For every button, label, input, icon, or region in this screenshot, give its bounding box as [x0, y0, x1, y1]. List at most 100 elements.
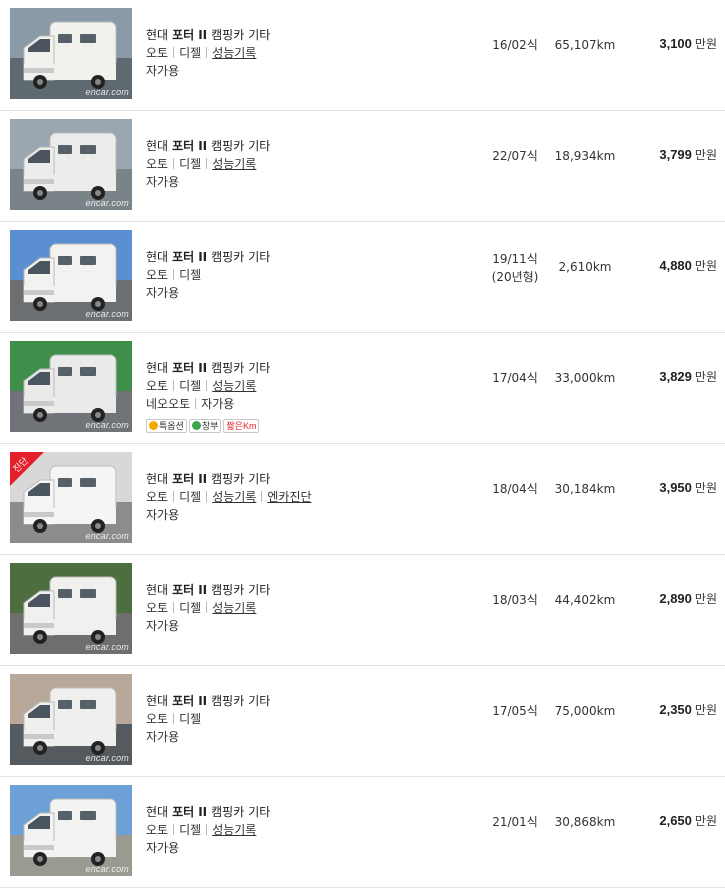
watermark: encar.com [85, 531, 129, 541]
body-type: 캠핑카 [211, 694, 245, 708]
transmission: 오토 [146, 823, 169, 837]
vehicle-title[interactable]: 현대 포터 II 캠핑카 기타 [146, 26, 274, 44]
fuel-type: 디젤 [179, 46, 202, 60]
maker-name: 현대 [146, 250, 169, 264]
listing-row[interactable]: encar.com 현대 포터 II 캠핑카 기타 오토 디젤 성능기록 네오오토 자가용 특옵션 창부… [0, 333, 725, 444]
watermark: encar.com [85, 420, 129, 430]
transmission: 오토 [146, 601, 169, 615]
body-type: 캠핑카 [211, 139, 245, 153]
maker-name: 현대 [146, 694, 169, 708]
trim-name: 기타 [248, 583, 271, 597]
usage-line: 자가용 [146, 62, 274, 80]
price-value: 3,100 [659, 36, 692, 51]
listing-row[interactable]: encar.com 현대 포터 II 캠핑카 기타 오토 디젤 자가용 19/11식 (20년형) 2… [0, 222, 725, 333]
vehicle-thumbnail[interactable]: encar.com [10, 785, 132, 876]
mileage: 2,610km [558, 260, 612, 274]
performance-record-link[interactable]: 성능기록 [212, 157, 256, 171]
price-value: 2,890 [659, 591, 692, 606]
price: 3,100 만원 [659, 35, 717, 53]
performance-record-link[interactable]: 성능기록 [212, 46, 256, 60]
listing-list: encar.com 현대 포터 II 캠핑카 기타 오토 디젤 성능기록 자가용 16/02식 65,… [0, 0, 725, 888]
vehicle-thumbnail[interactable]: encar.com [10, 563, 132, 654]
listing-row[interactable]: encar.com 현대 포터 II 캠핑카 기타 오토 디젤 자가용 17/05식 75,000k… [0, 666, 725, 777]
usage-line: 자가용 [146, 728, 274, 746]
vehicle-title[interactable]: 현대 포터 II 캠핑카 기타 [146, 692, 274, 710]
price: 2,890 만원 [659, 590, 717, 608]
mileage: 75,000km [554, 704, 616, 718]
watermark: encar.com [85, 864, 129, 874]
listing-row[interactable]: encar.com 현대 포터 II 캠핑카 기타 오토 디젤 성능기록 자가용 21/01식 30,… [0, 777, 725, 888]
trim-name: 기타 [248, 139, 271, 153]
trim-name: 기타 [248, 28, 271, 42]
model-name: 포터 [172, 694, 195, 708]
price-unit: 만원 [694, 814, 717, 828]
option-tag-label: 짧은Km [226, 421, 257, 431]
transmission: 오토 [146, 379, 169, 393]
vehicle-title[interactable]: 현대 포터 II 캠핑카 기타 [146, 581, 274, 599]
performance-record-link[interactable]: 성능기록 [212, 601, 256, 615]
vehicle-title[interactable]: 현대 포터 II 캠핑카 기타 [146, 470, 312, 488]
price-unit: 만원 [694, 370, 717, 384]
performance-record-link[interactable]: 성능기록 [212, 490, 256, 504]
separator [173, 158, 175, 169]
usage-line: 네오오토 자가용 [146, 395, 274, 413]
watermark: encar.com [85, 309, 129, 319]
vehicle-thumbnail[interactable]: encar.com [10, 674, 132, 765]
maker-name: 현대 [146, 583, 169, 597]
fuel-type: 디젤 [179, 712, 202, 726]
fuel-type: 디젤 [179, 268, 202, 282]
performance-record-link[interactable]: 성능기록 [212, 823, 256, 837]
encar-diagnosis-link[interactable]: 엔카진단 [267, 490, 311, 504]
usage-type: 자가용 [146, 175, 180, 189]
mileage: 30,184km [554, 482, 616, 496]
listing-info: 현대 포터 II 캠핑카 기타오토 디젤 성능기록자가용 [146, 137, 274, 191]
model-generation: II [198, 805, 208, 819]
listing-info: 현대 포터 II 캠핑카 기타 오토 디젤 성능기록 자가용 [146, 26, 274, 80]
transmission: 오토 [146, 490, 169, 504]
star-icon [149, 421, 158, 430]
vehicle-photo [10, 785, 132, 876]
body-type: 캠핑카 [211, 805, 245, 819]
watermark: encar.com [85, 642, 129, 652]
vehicle-specs: 오토 디젤 성능기록 [146, 377, 274, 395]
price-unit: 만원 [694, 37, 717, 51]
listing-row[interactable]: encar.com 현대 포터 II 캠핑카 기타 오토 디젤 성능기록 자가용 18/03식 44,… [0, 555, 725, 666]
vehicle-specs: 오토 디젤 [146, 710, 274, 728]
diagnosis-badge: 진단 [10, 452, 50, 492]
vehicle-title[interactable]: 현대 포터 II 캠핑카 기타 [146, 137, 274, 155]
listing-row[interactable]: encar.com 현대 포터 II 캠핑카 기타 오토 디젤 성능기록 자가용 22/07식 18,… [0, 111, 725, 222]
transmission: 오토 [146, 268, 169, 282]
vehicle-thumbnail[interactable]: encar.com [10, 341, 132, 432]
separator [173, 47, 175, 58]
vehicle-thumbnail[interactable]: encar.com [10, 8, 132, 99]
vehicle-title[interactable]: 현대 포터 II 캠핑카 기타 [146, 248, 274, 266]
listing-row[interactable]: encar.com 현대 포터 II 캠핑카 기타 오토 디젤 성능기록 자가용 16/02식 65,… [0, 0, 725, 111]
vehicle-photo [10, 563, 132, 654]
price-value: 4,880 [659, 258, 692, 273]
fuel-type: 디젤 [179, 601, 202, 615]
fuel-type: 디젤 [179, 157, 202, 171]
vehicle-thumbnail[interactable]: encar.com [10, 230, 132, 321]
transmission: 오토 [146, 157, 169, 171]
vehicle-thumbnail[interactable]: encar.com [10, 119, 132, 210]
maker-name: 현대 [146, 139, 169, 153]
separator [173, 824, 175, 835]
vehicle-thumbnail[interactable]: encar.com 진단 [10, 452, 132, 543]
vehicle-specs: 오토 디젤 성능기록 [146, 155, 274, 173]
model-generation: II [198, 28, 208, 42]
price-unit: 만원 [694, 703, 717, 717]
vehicle-title[interactable]: 현대 포터 II 캠핑카 기타 [146, 359, 274, 377]
listing-row[interactable]: encar.com 진단 현대 포터 II 캠핑카 기타 오토 디젤 성능기록 엔카진단 자가용 18/… [0, 444, 725, 555]
price-value: 3,799 [659, 147, 692, 162]
vehicle-title[interactable]: 현대 포터 II 캠핑카 기타 [146, 803, 274, 821]
model-generation: II [198, 583, 208, 597]
listing-info: 현대 포터 II 캠핑카 기타 오토 디젤 자가용 [146, 692, 274, 746]
performance-record-link[interactable]: 성능기록 [212, 379, 256, 393]
price: 3,950 만원 [659, 479, 717, 497]
trim-name: 기타 [248, 805, 271, 819]
separator [173, 380, 175, 391]
price: 3,829 만원 [659, 368, 717, 386]
price-unit: 만원 [694, 592, 717, 606]
trim-name: 기타 [248, 472, 271, 486]
separator [173, 713, 175, 724]
